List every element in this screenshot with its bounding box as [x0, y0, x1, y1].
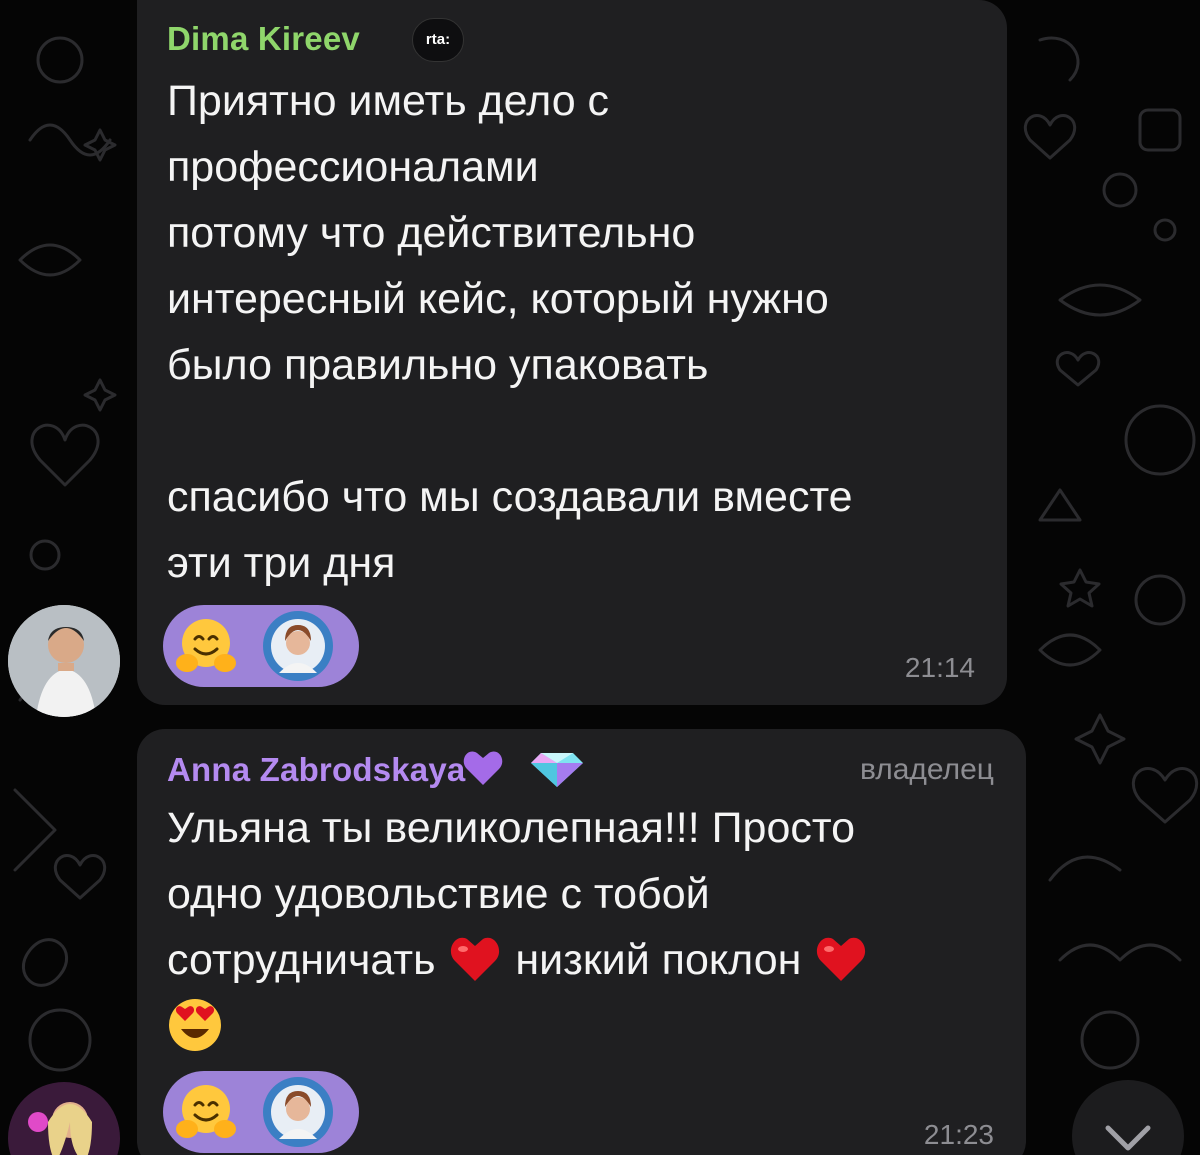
hugging-face-emoji-icon [176, 1085, 236, 1138]
role-label: владелец [859, 753, 994, 786]
sender-name[interactable]: Anna Zabrodskaya [167, 751, 585, 789]
message-time: 21:23 [923, 1119, 994, 1150]
scroll-down-button[interactable] [1072, 1080, 1184, 1155]
message-line: сотрудничать [167, 936, 436, 984]
message-line: Ульяна ты великолепная!!! Просто [167, 804, 855, 852]
gem-icon [530, 753, 583, 788]
reactor-avatar [263, 1077, 333, 1147]
heart-eyes-emoji-icon [169, 998, 221, 1051]
reaction-pill[interactable] [163, 605, 359, 687]
red-heart-icon [451, 937, 500, 981]
hugging-face-emoji-icon [176, 619, 236, 672]
purple-heart-icon [464, 751, 503, 786]
sender-badge: rta: [412, 18, 464, 62]
reaction-pill[interactable] [163, 1071, 359, 1153]
message-time: 21:14 [904, 652, 975, 683]
message-bubble[interactable]: Dima Kireev rta: Приятно иметь дело с пр… [137, 0, 1007, 705]
red-heart-icon [817, 937, 866, 981]
message-text: Приятно иметь дело с профессионалами пот… [167, 77, 853, 587]
reactor-avatar [263, 611, 333, 681]
chevron-down-icon [1105, 1125, 1151, 1151]
message-text: Ульяна ты великолепная!!! Просто одно уд… [167, 795, 1007, 1059]
message-bubble[interactable]: Anna Zabrodskaya владелец Ульяна ты вели… [137, 729, 1026, 1155]
sender-avatar[interactable] [8, 605, 120, 717]
sender-name[interactable]: Dima Kireev [167, 20, 360, 58]
message-line: одно удовольствие с тобой [167, 870, 710, 918]
sender-name-text: Anna Zabrodskaya [167, 751, 466, 788]
message-line: низкий поклон [515, 936, 802, 984]
